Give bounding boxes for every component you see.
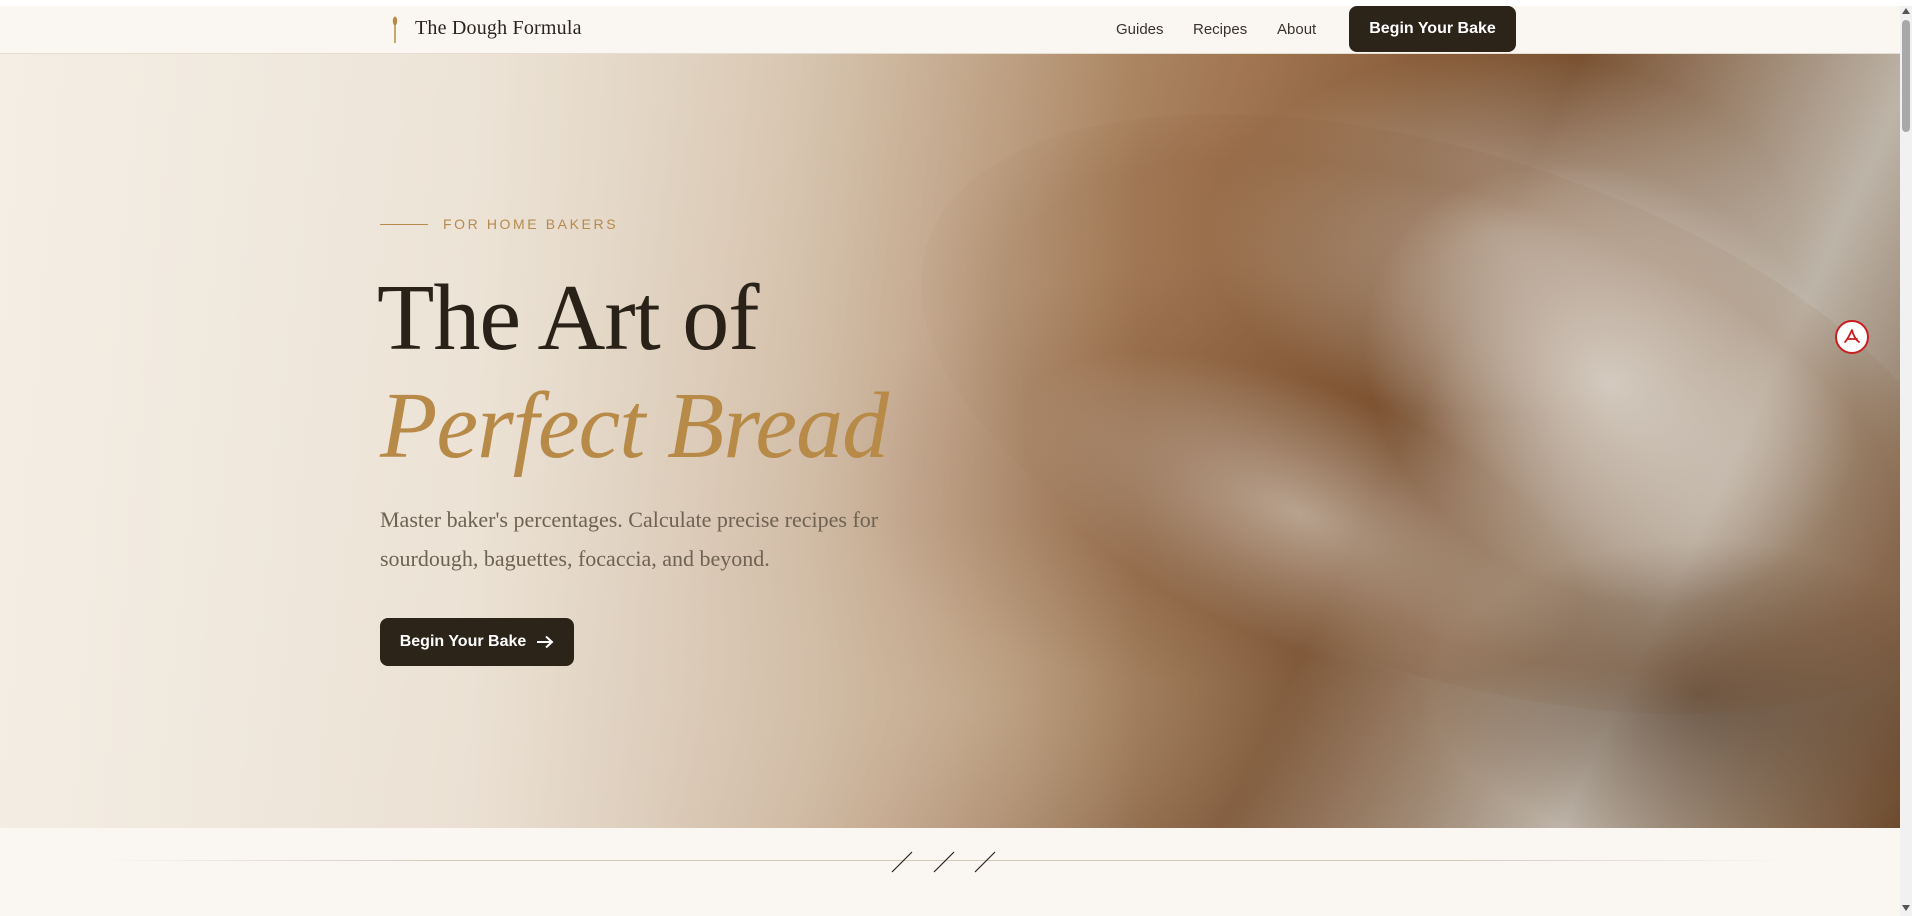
hero-title-line2: Perfect Bread <box>380 374 889 478</box>
hero-begin-bake-button[interactable]: Begin Your Bake <box>380 618 574 666</box>
hero-subtitle: Master baker's percentages. Calculate pr… <box>380 507 879 571</box>
site-logo-text[interactable]: The Dough Formula <box>415 17 582 40</box>
nav-link-about[interactable]: About <box>1277 21 1316 38</box>
decorative-slashes-icon <box>891 851 996 873</box>
arrow-right-icon <box>537 635 554 649</box>
pdf-icon[interactable] <box>1835 320 1869 354</box>
header-begin-bake-button[interactable]: Begin Your Bake <box>1349 6 1516 52</box>
scroll-up-arrow-icon[interactable] <box>1902 8 1910 14</box>
scrollbar-thumb[interactable] <box>1902 20 1910 132</box>
nav-link-recipes[interactable]: Recipes <box>1193 21 1247 38</box>
hero-gradient-overlay <box>0 54 1900 828</box>
hero-eyebrow: FOR HOME BAKERS <box>443 216 619 232</box>
eyebrow-divider <box>380 224 428 225</box>
wheat-stalk-icon <box>392 16 398 43</box>
nav-link-guides[interactable]: Guides <box>1116 21 1164 38</box>
scroll-down-arrow-icon[interactable] <box>1902 905 1910 911</box>
site-header: The Dough Formula Guides Recipes About B… <box>0 6 1900 54</box>
scrollbar[interactable] <box>1900 6 1912 916</box>
hero-cta-label: Begin Your Bake <box>399 633 527 650</box>
hero-title-line1: The Art of <box>377 266 760 370</box>
pdf-glyph-icon <box>1844 329 1860 343</box>
hero-section: FOR HOME BAKERS The Art of Perfect Bread… <box>0 54 1900 828</box>
